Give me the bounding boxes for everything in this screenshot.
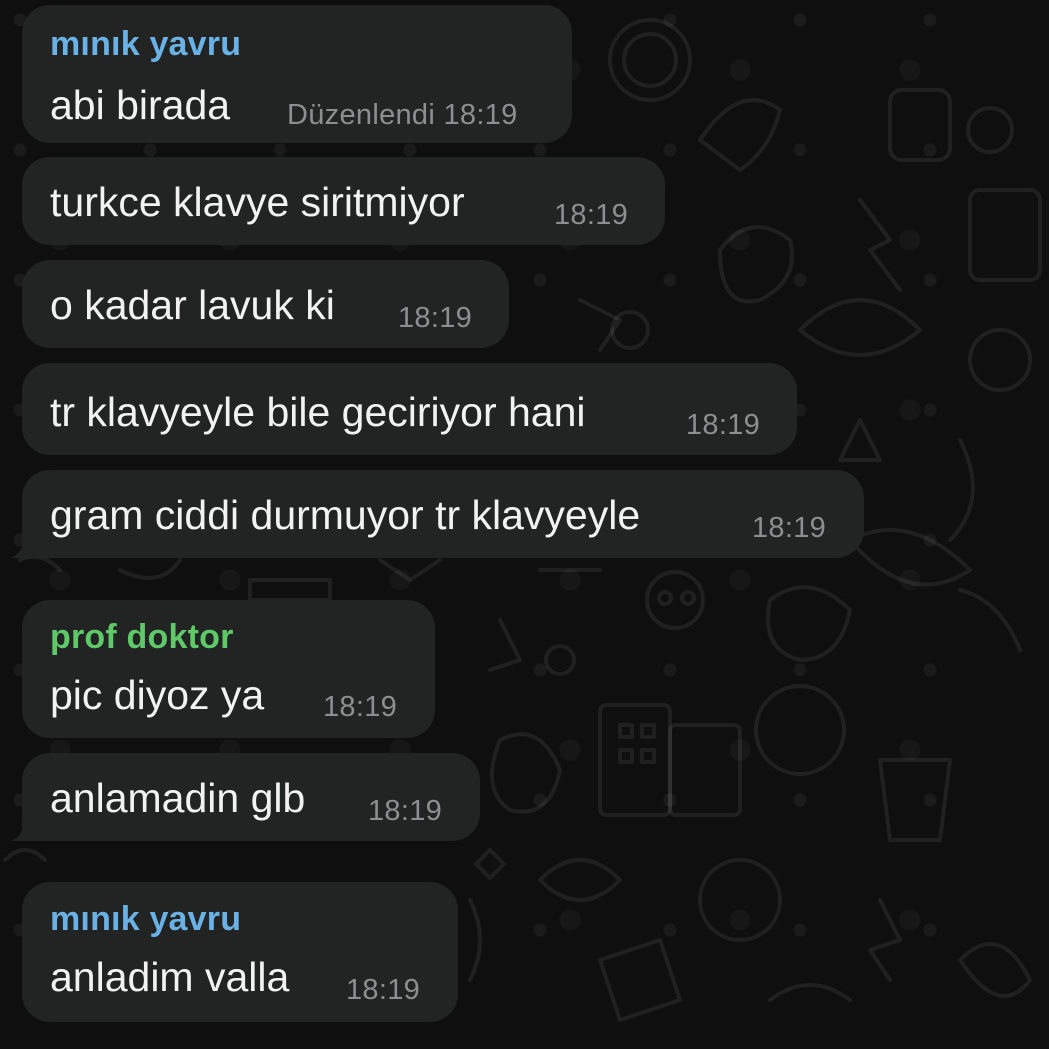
edited-label: Düzenlendi (287, 99, 436, 131)
message-bubble[interactable]: mınık yavru anladim valla 18:19 (22, 882, 458, 1022)
timestamp: 18:19 (554, 199, 629, 231)
message-bubble[interactable]: o kadar lavuk ki 18:19 (22, 260, 509, 348)
bubble-tail (10, 817, 34, 841)
message-text: anlamadin glb (50, 775, 306, 821)
timestamp: 18:19 (368, 795, 443, 827)
sender-name[interactable]: mınık yavru (50, 25, 241, 64)
timestamp: 18:19 (398, 302, 473, 334)
message-text: pic diyoz ya (50, 672, 265, 718)
timestamp: 18:19 (443, 99, 518, 131)
message-text: abi birada (50, 82, 231, 128)
message-text: turkce klavye siritmiyor (50, 179, 465, 225)
message-meta: Düzenlendi 18:19 (287, 99, 518, 132)
timestamp: 18:19 (323, 691, 398, 723)
message-bubble[interactable]: gram ciddi durmuyor tr klavyeyle 18:19 (10, 470, 864, 558)
sender-name[interactable]: prof doktor (50, 618, 234, 657)
message-bubble[interactable]: mınık yavru abi birada Düzenlendi 18:19 (22, 5, 572, 143)
message-text: gram ciddi durmuyor tr klavyeyle (50, 492, 641, 538)
message-text: anladim valla (50, 954, 290, 1000)
message-text: o kadar lavuk ki (50, 282, 335, 328)
message-bubble[interactable]: prof doktor pic diyoz ya 18:19 (22, 600, 435, 738)
sender-name[interactable]: mınık yavru (50, 900, 241, 939)
message-bubble[interactable]: turkce klavye siritmiyor 18:19 (22, 157, 665, 245)
timestamp: 18:19 (686, 409, 761, 441)
message-bubble[interactable]: tr klavyeyle bile geciriyor hani 18:19 (22, 363, 797, 455)
message-text: tr klavyeyle bile geciriyor hani (50, 389, 586, 435)
timestamp: 18:19 (752, 512, 827, 544)
timestamp: 18:19 (346, 974, 421, 1006)
message-bubble[interactable]: anlamadin glb 18:19 (10, 753, 480, 841)
bubble-tail (10, 534, 34, 558)
